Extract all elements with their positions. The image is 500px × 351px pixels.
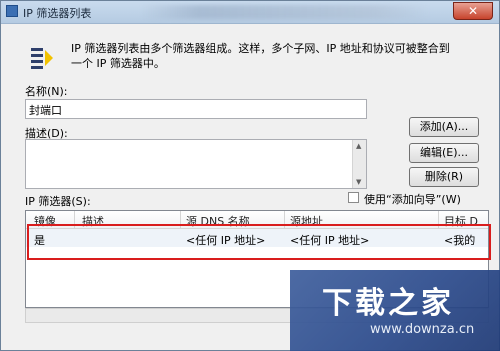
watermark-url: www.downza.cn xyxy=(370,322,475,337)
add-button[interactable]: 添加(A)... xyxy=(409,117,479,137)
scroll-down-icon[interactable]: ▼ xyxy=(356,178,361,186)
name-input[interactable]: 封端口 xyxy=(25,99,367,119)
highlight-annotation-box xyxy=(27,224,491,260)
filters-label: IP 筛选器(S): xyxy=(25,195,91,208)
scroll-up-icon[interactable]: ▲ xyxy=(356,142,361,150)
edit-button[interactable]: 编辑(E)... xyxy=(409,143,479,163)
name-value: 封端口 xyxy=(29,104,62,117)
filter-list-icon xyxy=(31,45,53,71)
watermark-title: 下载之家 xyxy=(322,286,454,321)
title-bar[interactable]: IP 筛选器列表 ✕ xyxy=(1,1,499,24)
remove-button[interactable]: 删除(R) xyxy=(409,167,479,187)
intro-text: IP 筛选器列表由多个筛选器组成。这样，多个子网、IP 地址和协议可被整合到一个… xyxy=(71,42,450,70)
description-textarea[interactable]: ▲ ▼ xyxy=(25,139,367,189)
description-scrollbar[interactable]: ▲ ▼ xyxy=(352,140,366,188)
close-button[interactable]: ✕ xyxy=(453,2,493,20)
add-wizard-checkbox[interactable] xyxy=(348,192,359,203)
blurred-background-text xyxy=(141,5,431,19)
window-icon xyxy=(6,5,18,17)
name-label: 名称(N): xyxy=(25,85,68,98)
add-wizard-label: 使用“添加向导”(W) xyxy=(364,193,461,206)
window-title: IP 筛选器列表 xyxy=(23,7,92,20)
close-icon: ✕ xyxy=(467,4,479,18)
